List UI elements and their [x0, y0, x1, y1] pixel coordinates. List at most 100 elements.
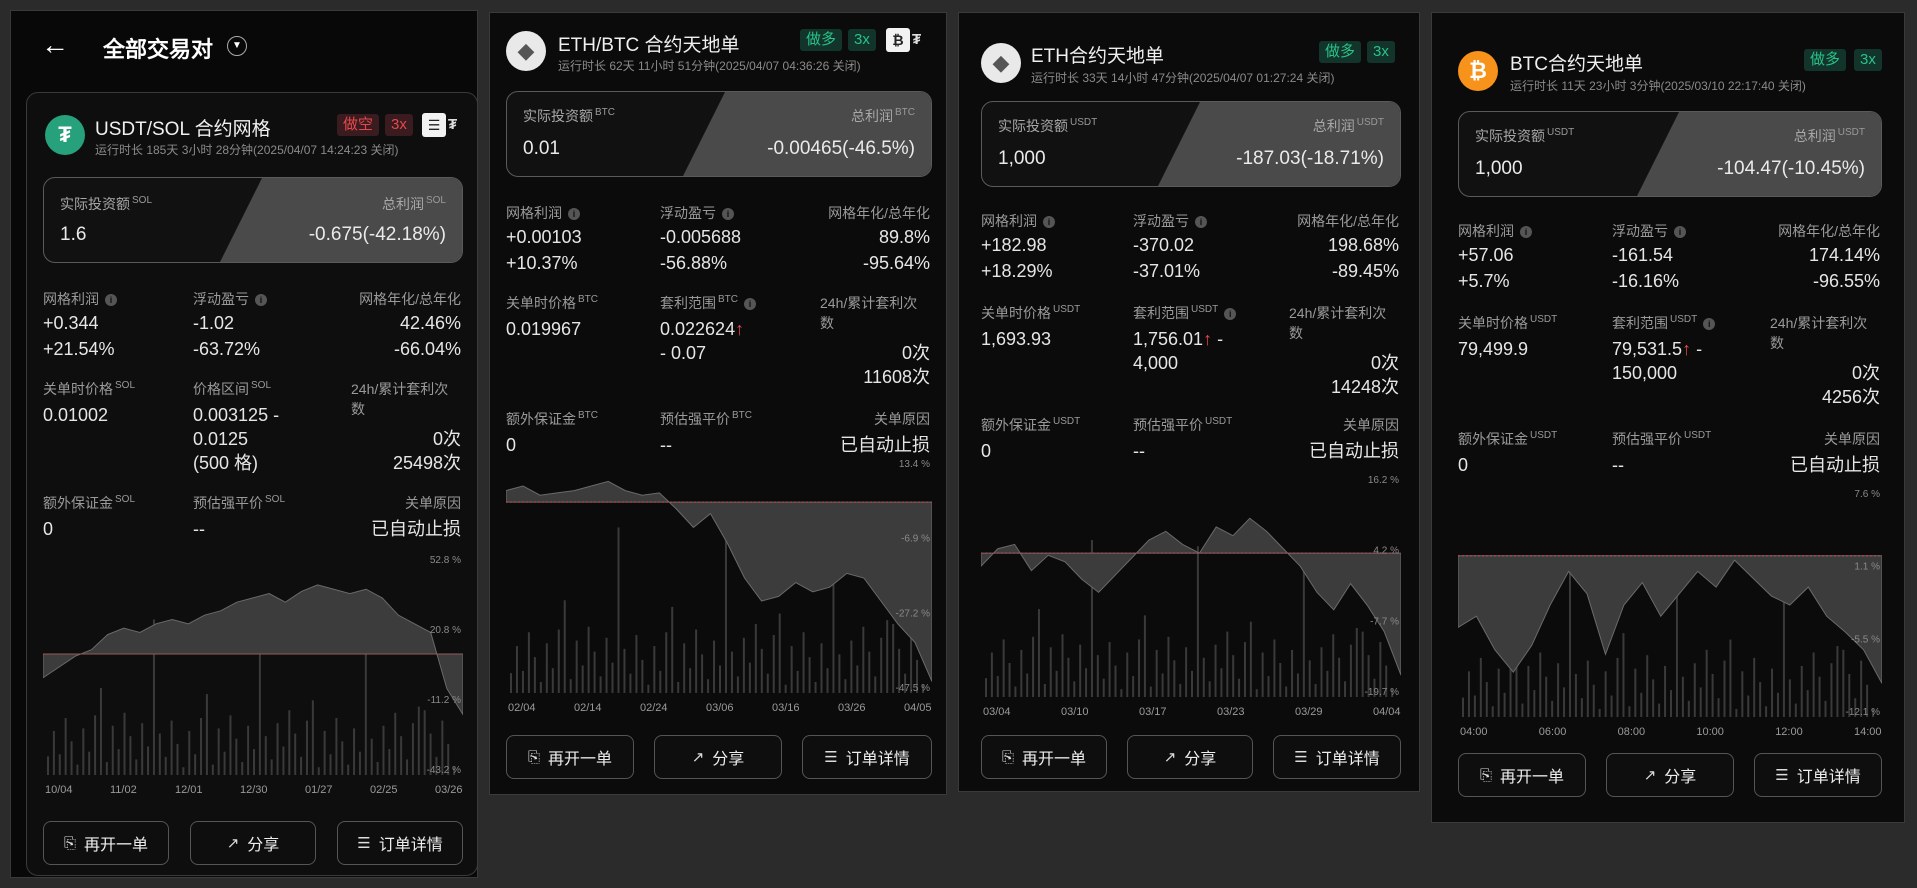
eth-coin-icon: ◆: [506, 31, 546, 71]
annual-grid: 42.46%: [399, 313, 461, 333]
volume-bar: [1208, 681, 1211, 697]
share-button[interactable]: ↗ 分享: [1127, 735, 1253, 779]
reopen-button[interactable]: ⎘ 再开一单: [1458, 753, 1586, 797]
volume-bar: [1079, 644, 1082, 697]
document-icon: ☰: [1294, 749, 1308, 766]
info-icon: i: [255, 294, 267, 307]
volume-bar: [323, 730, 326, 775]
reopen-button[interactable]: ⎘ 再开一单: [43, 821, 169, 865]
grid-profit-value: +0.344: [43, 313, 99, 333]
y-tick-label: 7.6 %: [1854, 489, 1880, 500]
volume-bar: [1061, 634, 1064, 697]
profit-label: 总利润 USDT: [1793, 127, 1865, 144]
runtime-text: 运行时长 33天 14小时 47分钟(2025/04/07 01:27:24 关…: [1031, 71, 1335, 85]
volume-bar: [1085, 668, 1088, 697]
range-value-1: 0.003125 -: [193, 405, 280, 425]
x-tick-label: 03/26: [838, 702, 866, 714]
x-tick-label: 14:00: [1854, 726, 1882, 738]
volume-bar: [1073, 681, 1076, 697]
volume-bar: [683, 643, 686, 693]
share-button[interactable]: ↗ 分享: [190, 821, 316, 865]
volume-bar: [1812, 652, 1815, 717]
volume-bar: [862, 626, 865, 693]
order-detail-button[interactable]: ☰ 订单详情: [1273, 735, 1401, 779]
x-tick-label: 08:00: [1618, 726, 1646, 738]
volume-bar: [305, 720, 308, 775]
y-tick-label: 1.1 %: [1854, 562, 1880, 573]
volume-bar: [1592, 684, 1595, 717]
volume-bar: [748, 662, 751, 693]
reopen-button[interactable]: ⎘ 再开一单: [506, 735, 634, 779]
caret-down-icon[interactable]: ▼: [227, 36, 247, 56]
volume-bar: [1824, 700, 1827, 717]
volume-bar: [1842, 649, 1845, 717]
volume-bar: [1479, 657, 1482, 717]
liq-label: 预估强平价 USDT: [1133, 416, 1233, 433]
float-pnl-pct: -16.16%: [1612, 271, 1680, 291]
y-tick-label: 20.8 %: [430, 625, 461, 636]
leverage-badge: 3x: [1367, 41, 1395, 63]
range-value-2: - 0.07: [660, 343, 707, 363]
volume-bar: [754, 624, 757, 693]
volume-bar: [1574, 673, 1577, 717]
volume-bar: [1255, 689, 1258, 697]
volume-bar: [1491, 706, 1494, 717]
volume-bar: [276, 723, 279, 775]
volume-bar: [1711, 673, 1714, 717]
volume-bar: [182, 767, 185, 775]
order-detail-button[interactable]: ☰ 订单详情: [802, 735, 932, 779]
volume-bar: [742, 637, 745, 693]
volume-bar: [1108, 642, 1111, 697]
volume-bar: [70, 741, 73, 775]
volume-bar: [575, 640, 578, 693]
volume-bar: [713, 640, 716, 693]
volume-bar: [1503, 692, 1506, 717]
volume-bar: [76, 764, 79, 775]
volume-bar: [784, 684, 787, 693]
volume-bar: [533, 657, 536, 693]
x-tick-label: 04/05: [904, 702, 932, 714]
volume-bar: [1771, 668, 1774, 717]
pair-title: ETH/BTC 合约天地单: [558, 35, 740, 56]
volume-bar: [1527, 665, 1530, 717]
volume-bar: [1563, 687, 1566, 717]
volume-bar: [1652, 679, 1655, 717]
volume-bar: [724, 534, 727, 693]
volume-bar: [223, 751, 226, 775]
volume-bar: [1161, 673, 1164, 697]
volume-bar: [1173, 660, 1176, 697]
volume-bar: [1545, 676, 1548, 717]
range-value-1: 1,756.01↑ -: [1133, 329, 1224, 349]
annual-total: -95.64%: [862, 253, 930, 273]
x-tick-label: 03/29: [1295, 706, 1323, 718]
margin-label: 额外保证金 USDT: [1458, 430, 1558, 447]
volume-bar: [1032, 636, 1035, 697]
volume-bar: [569, 679, 572, 693]
y-tick-label: -7.7 %: [1370, 616, 1399, 627]
reopen-button[interactable]: ⎘ 再开一单: [981, 735, 1107, 779]
volume-bar: [1014, 686, 1017, 697]
order-detail-button[interactable]: ☰ 订单详情: [1754, 753, 1882, 797]
margin-value: 0: [1458, 455, 1469, 475]
margin-label: 额外保证金 BTC: [506, 410, 598, 427]
investment-summary: 实际投资额 USDT 1,000 总利润 USDT -187.03(-18.71%): [981, 101, 1401, 187]
volume-bar: [1723, 660, 1726, 717]
volume-bar: [1670, 690, 1672, 717]
arrow-left-icon[interactable]: ←: [41, 29, 69, 61]
volume-bar: [886, 620, 889, 693]
share-button[interactable]: ↗ 分享: [1606, 753, 1734, 797]
volume-bar: [545, 643, 548, 693]
volume-bar: [1037, 609, 1040, 697]
volume-bar: [1214, 644, 1217, 697]
profit-value: -0.00465(-46.5%): [767, 138, 915, 159]
grid-profit-pct: +10.37%: [506, 253, 578, 273]
volume-bar: [1818, 676, 1821, 717]
x-tick-label: 03/17: [1139, 706, 1167, 718]
order-detail-button[interactable]: ☰ 订单详情: [337, 821, 463, 865]
volume-bar: [406, 759, 409, 775]
volume-bar: [1267, 676, 1270, 697]
volume-bar: [838, 654, 841, 693]
bitcoin-coin-icon: ₿: [1458, 51, 1498, 91]
volume-bar: [796, 670, 799, 693]
share-button[interactable]: ↗ 分享: [654, 735, 782, 779]
